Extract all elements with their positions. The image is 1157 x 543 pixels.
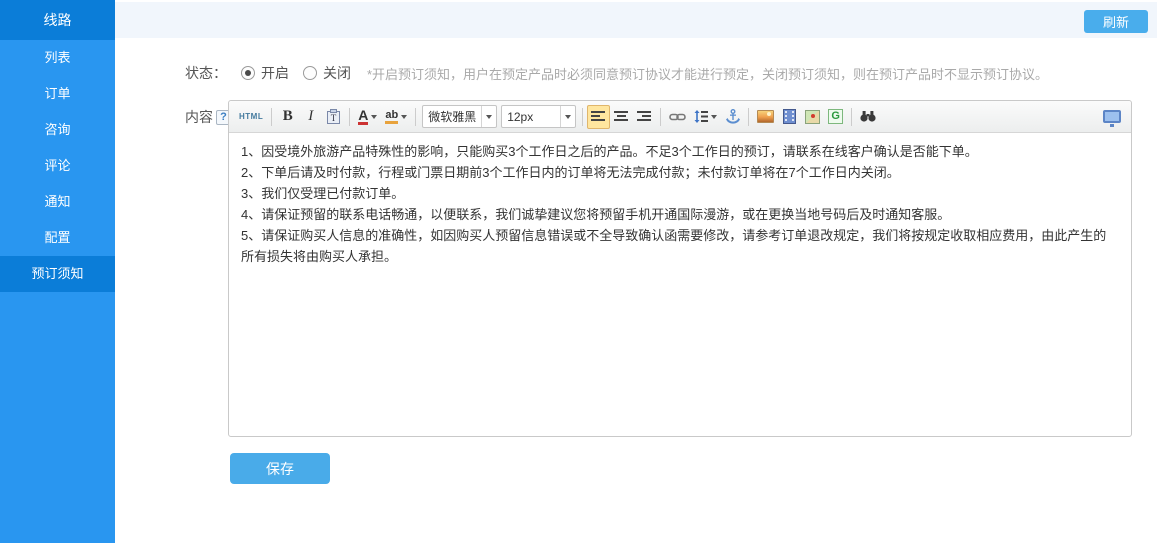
align-left-icon bbox=[591, 110, 606, 123]
content-label: 内容 bbox=[185, 107, 213, 127]
status-radio-on[interactable]: 开启 bbox=[241, 63, 289, 83]
align-left-button[interactable] bbox=[587, 105, 610, 129]
font-size-select[interactable]: 12px bbox=[501, 105, 576, 128]
chevron-down-icon bbox=[560, 106, 575, 127]
toolbar-separator bbox=[349, 108, 350, 126]
align-center-icon bbox=[614, 110, 629, 123]
paste-as-text-button[interactable]: T bbox=[322, 105, 345, 129]
status-note: *开启预订须知，用户在预定产品时必须同意预订协议才能进行预定，关闭预订须知，则在… bbox=[367, 64, 1048, 83]
status-label: 状态： bbox=[185, 63, 227, 83]
toolbar-separator bbox=[415, 108, 416, 126]
sidebar-item-booking-notes[interactable]: 预订须知 bbox=[0, 256, 115, 292]
editor-toolbar: HTML B I T A ab 微软雅黑 12px bbox=[229, 101, 1131, 133]
font-color-button[interactable]: A bbox=[354, 105, 381, 129]
toolbar-separator bbox=[660, 108, 661, 126]
notice-line: 4、请保证预留的联系电话畅通，以便联系，我们诚挚建议您将预留手机开通国际漫游，或… bbox=[241, 204, 1119, 225]
google-map-icon: G bbox=[828, 109, 843, 124]
bold-button[interactable]: B bbox=[276, 105, 299, 129]
anchor-button[interactable] bbox=[721, 105, 744, 129]
image-icon bbox=[757, 110, 774, 123]
chevron-down-icon bbox=[401, 115, 407, 119]
notice-line: 2、下单后请及时付款，行程或门票日期前3个工作日内的订单将无法完成付款；未付款订… bbox=[241, 162, 1119, 183]
save-button[interactable]: 保存 bbox=[230, 453, 330, 484]
line-height-button[interactable] bbox=[690, 105, 721, 129]
insert-image-button[interactable] bbox=[753, 105, 778, 129]
source-code-button[interactable]: HTML bbox=[235, 105, 267, 129]
align-right-button[interactable] bbox=[633, 105, 656, 129]
radio-on-label: 开启 bbox=[261, 63, 289, 83]
sidebar-item-comments[interactable]: 评论 bbox=[0, 148, 115, 184]
align-right-icon bbox=[637, 110, 652, 123]
binoculars-icon bbox=[860, 110, 876, 123]
clipboard-icon: T bbox=[326, 109, 341, 125]
sidebar-item-notifications[interactable]: 通知 bbox=[0, 184, 115, 220]
font-family-select[interactable]: 微软雅黑 bbox=[422, 105, 497, 128]
radio-off-icon[interactable] bbox=[303, 66, 317, 80]
radio-off-label: 关闭 bbox=[323, 63, 351, 83]
highlight-icon: ab bbox=[385, 109, 398, 124]
svg-text:T: T bbox=[331, 113, 337, 123]
notice-line: 5、请保证购买人信息的准确性，如因购买人预留信息错误或不全导致确认函需要修改，请… bbox=[241, 225, 1119, 267]
radio-on-icon[interactable] bbox=[241, 66, 255, 80]
notice-line: 1、因受境外旅游产品特殊性的影响，只能购买3个工作日之后的产品。不足3个工作日的… bbox=[241, 141, 1119, 162]
sidebar-item-consult[interactable]: 咨询 bbox=[0, 112, 115, 148]
italic-button[interactable]: I bbox=[299, 105, 322, 129]
status-radio-off[interactable]: 关闭 bbox=[303, 63, 351, 83]
sidebar-item-orders[interactable]: 订单 bbox=[0, 76, 115, 112]
video-icon bbox=[783, 109, 796, 124]
toolbar-separator bbox=[271, 108, 272, 126]
map-icon bbox=[805, 110, 820, 124]
rich-text-editor: HTML B I T A ab 微软雅黑 12px bbox=[228, 100, 1132, 437]
toolbar-separator bbox=[851, 108, 852, 126]
chevron-down-icon bbox=[481, 106, 496, 127]
toolbar-separator bbox=[582, 108, 583, 126]
status-row: 状态： 开启 关闭 *开启预订须知，用户在预定产品时必须同意预订协议才能进行预定… bbox=[185, 62, 1048, 84]
insert-map-button[interactable] bbox=[801, 105, 824, 129]
link-icon bbox=[669, 112, 686, 122]
chevron-down-icon bbox=[371, 115, 377, 119]
toolbar-separator bbox=[748, 108, 749, 126]
font-color-icon: A bbox=[358, 109, 368, 125]
refresh-button[interactable]: 刷新 bbox=[1084, 10, 1148, 33]
sidebar-item-list[interactable]: 列表 bbox=[0, 40, 115, 76]
fullscreen-button[interactable] bbox=[1099, 105, 1125, 129]
find-replace-button[interactable] bbox=[856, 105, 880, 129]
chevron-down-icon bbox=[711, 115, 717, 119]
align-center-button[interactable] bbox=[610, 105, 633, 129]
anchor-icon bbox=[726, 109, 740, 124]
sidebar: 线路 列表 订单 咨询 评论 通知 配置 预订须知 bbox=[0, 0, 115, 543]
topbar: 刷新 bbox=[115, 2, 1157, 38]
line-height-icon bbox=[694, 110, 708, 123]
sidebar-header-route[interactable]: 线路 bbox=[0, 0, 115, 40]
insert-link-button[interactable] bbox=[665, 105, 690, 129]
editor-content-area[interactable]: 1、因受境外旅游产品特殊性的影响，只能购买3个工作日之后的产品。不足3个工作日的… bbox=[229, 133, 1131, 437]
font-family-value: 微软雅黑 bbox=[423, 106, 481, 127]
font-size-value: 12px bbox=[502, 106, 560, 127]
insert-video-button[interactable] bbox=[778, 105, 801, 129]
notice-line: 3、我们仅受理已付款订单。 bbox=[241, 183, 1119, 204]
sidebar-item-config[interactable]: 配置 bbox=[0, 220, 115, 256]
google-map-button[interactable]: G bbox=[824, 105, 847, 129]
highlight-color-button[interactable]: ab bbox=[381, 105, 411, 129]
monitor-icon bbox=[1103, 110, 1121, 123]
html-label: HTML bbox=[239, 112, 263, 121]
